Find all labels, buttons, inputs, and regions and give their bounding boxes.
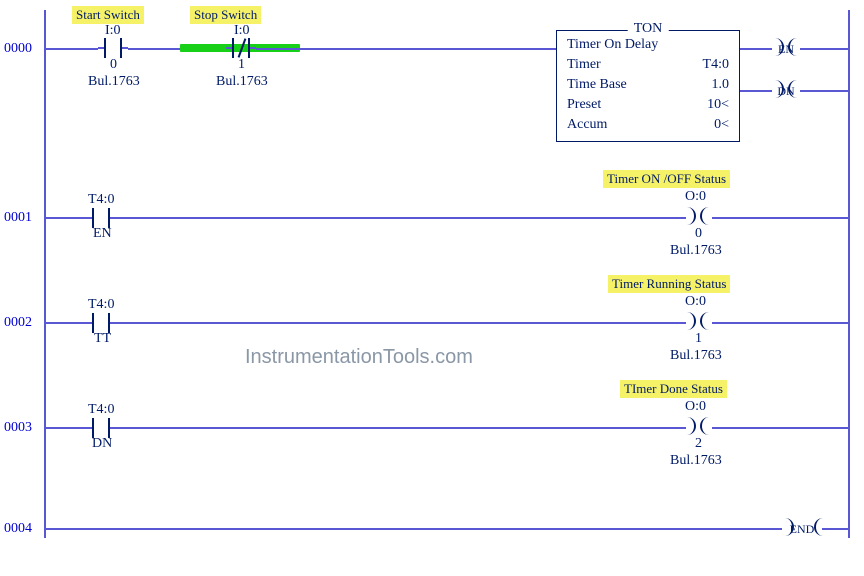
r3-out-addr: O:0: [685, 399, 706, 415]
rung1-wire: [116, 217, 686, 219]
r1-out-bul: Bul.1763: [670, 243, 722, 259]
r1-contact-bit: EN: [93, 226, 112, 242]
ote-coil-r3[interactable]: [682, 419, 714, 437]
start-switch-bul: Bul.1763: [88, 74, 140, 90]
rung0-wire: [128, 48, 184, 50]
r1-out-label: Timer ON /OFF Status: [603, 170, 730, 188]
right-power-rail: [848, 10, 850, 538]
end-label: END: [790, 522, 815, 537]
ton-desc: Timer On Delay: [567, 35, 658, 55]
start-switch-bit: 0: [110, 57, 117, 73]
start-switch-label: Start Switch: [72, 6, 144, 24]
rung-number-0: 0000: [4, 41, 32, 57]
rung3-wire: [46, 427, 86, 429]
end-coil: END: [780, 520, 824, 538]
r2-contact-addr: T4:0: [88, 297, 114, 313]
rung3-wire: [714, 427, 848, 429]
rung4-wire: [46, 528, 780, 530]
rung-number-1: 0001: [4, 210, 32, 226]
ton-timer-v: T4:0: [703, 55, 729, 75]
stop-switch-bul: Bul.1763: [216, 74, 268, 90]
stop-switch-label: Stop Switch: [190, 6, 261, 24]
dn-label: DN: [777, 84, 794, 99]
r2-out-addr: O:0: [685, 294, 706, 310]
start-switch-addr: I:0: [105, 23, 121, 39]
rung0-dn-wire: [740, 90, 770, 92]
en-label: EN: [778, 42, 794, 57]
ton-instruction[interactable]: TON Timer On Delay TimerT4:0 Time Base1.…: [556, 30, 740, 142]
ton-preset-k: Preset: [567, 95, 601, 115]
stop-switch-addr: I:0: [234, 23, 250, 39]
rung0-wire: [46, 48, 82, 50]
ton-base-k: Time Base: [567, 75, 627, 95]
rung0-wire: [256, 48, 556, 50]
rung-number-4: 0004: [4, 521, 32, 537]
watermark: InstrumentationTools.com: [245, 346, 473, 369]
ote-coil-r2[interactable]: [682, 314, 714, 332]
rung2-wire: [714, 322, 848, 324]
stop-switch-bit: 1: [238, 57, 245, 73]
r3-contact-bit: DN: [92, 436, 112, 452]
rung1-wire: [46, 217, 86, 219]
r3-contact-addr: T4:0: [88, 402, 114, 418]
ton-accum-k: Accum: [567, 115, 607, 135]
xic-contact-start[interactable]: [98, 38, 128, 58]
xic-contact-r1[interactable]: [86, 208, 116, 228]
r2-out-label: Timer Running Status: [608, 275, 730, 293]
rung4-wire: [824, 528, 848, 530]
ote-coil-r1[interactable]: [682, 209, 714, 227]
rung2-wire: [46, 322, 86, 324]
rung0-wire: [802, 48, 848, 50]
left-power-rail: [44, 10, 46, 538]
rung0-wire: [82, 48, 98, 50]
rung-number-3: 0003: [4, 420, 32, 436]
rung-number-2: 0002: [4, 315, 32, 331]
r3-out-label: TImer Done Status: [620, 380, 727, 398]
rung0-wire: [740, 48, 770, 50]
ton-timer-k: Timer: [567, 55, 601, 75]
ton-base-v: 1.0: [712, 75, 730, 95]
r1-contact-addr: T4:0: [88, 192, 114, 208]
r2-out-bul: Bul.1763: [670, 348, 722, 364]
r1-out-addr: O:0: [685, 189, 706, 205]
xic-contact-r3[interactable]: [86, 418, 116, 438]
xic-contact-r2[interactable]: [86, 313, 116, 333]
ton-accum-v: 0<: [714, 115, 729, 135]
rung2-wire: [116, 322, 686, 324]
en-coil: EN: [770, 40, 802, 58]
rung0-dn-wire: [802, 90, 848, 92]
ton-title: TON: [628, 21, 669, 37]
xio-contact-stop[interactable]: [226, 38, 256, 58]
r2-contact-bit: TT: [94, 331, 111, 347]
r1-out-bit: 0: [695, 226, 702, 242]
rung3-wire: [116, 427, 686, 429]
ton-preset-v: 10<: [707, 95, 729, 115]
dn-coil: DN: [770, 82, 802, 100]
rung1-wire: [714, 217, 848, 219]
r3-out-bit: 2: [695, 436, 702, 452]
r3-out-bul: Bul.1763: [670, 453, 722, 469]
r2-out-bit: 1: [695, 331, 702, 347]
